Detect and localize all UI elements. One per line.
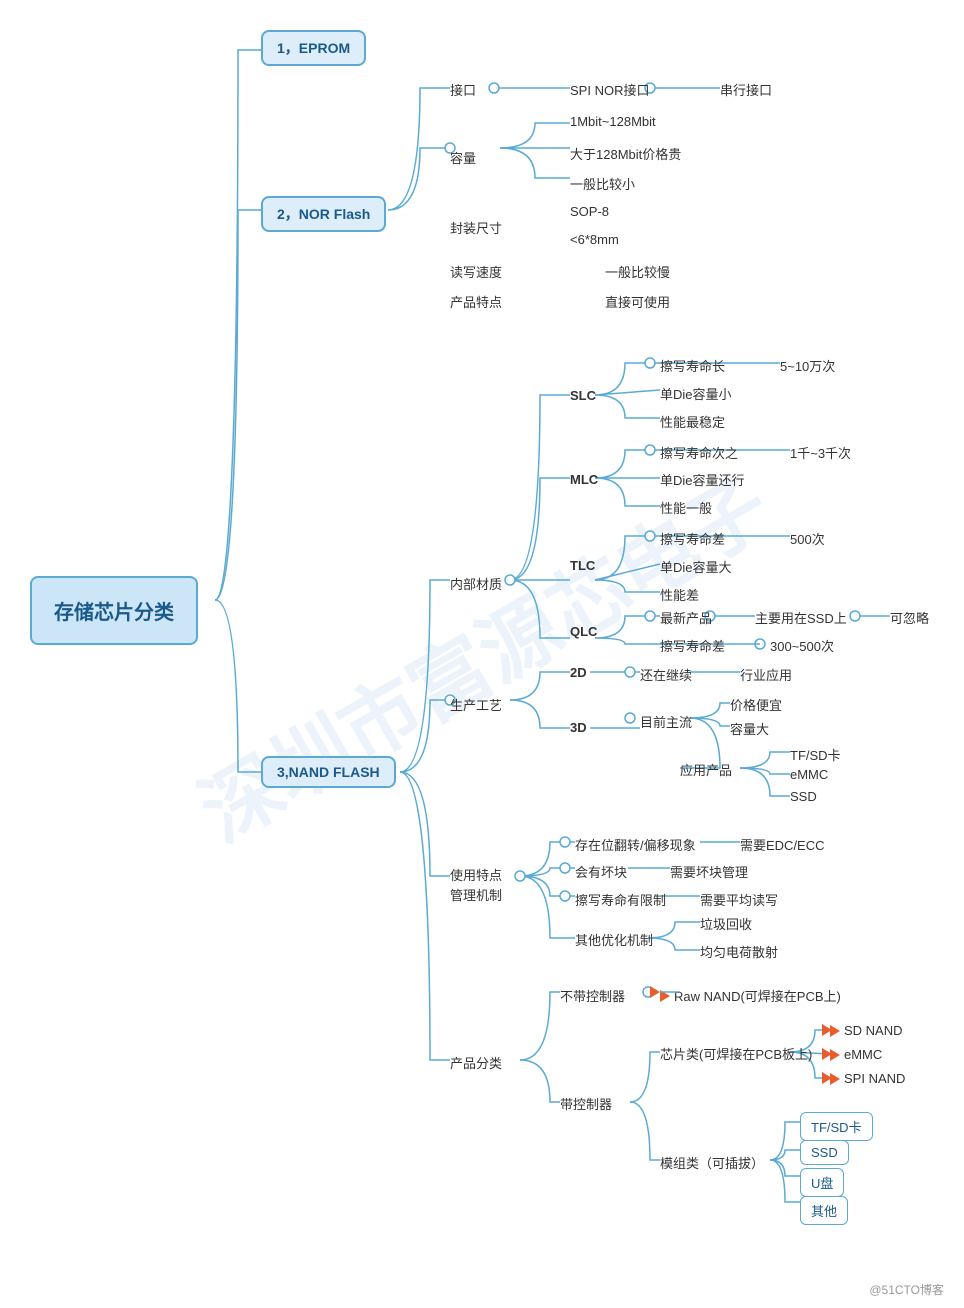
nor-cap1: 1Mbit~128Mbit bbox=[570, 114, 656, 129]
nand-usage2v: 需要坏块管理 bbox=[670, 862, 748, 881]
nand-tlc3: 性能差 bbox=[660, 585, 699, 604]
nand-tlc1: 擦写寿命差 bbox=[660, 529, 725, 548]
nand-module-ssd-box: SSD bbox=[800, 1140, 849, 1165]
emmc-entry: eMMC bbox=[830, 1047, 882, 1062]
nand-slc1: 擦写寿命长 bbox=[660, 356, 725, 375]
nand-noctl: 不带控制器 bbox=[560, 986, 625, 1005]
nand-module-type: 模组类（可插拔） bbox=[660, 1153, 764, 1172]
nand-module-tfsd-box: TF/SD卡 bbox=[800, 1112, 873, 1141]
nand-usage4a: 垃圾回收 bbox=[700, 914, 752, 933]
nand-qlc2v: 300~500次 bbox=[770, 636, 834, 655]
nor-speed1: 一般比较慢 bbox=[605, 262, 670, 281]
nand-qlc2: 擦写寿命差 bbox=[660, 636, 725, 655]
nand-module-other-box: 其他 bbox=[800, 1196, 848, 1225]
nand-module-u-box: U盘 bbox=[800, 1168, 844, 1197]
nor-flash-node: 2，NOR Flash bbox=[261, 196, 386, 232]
nor-cap2: 大于128Mbit价格贵 bbox=[570, 144, 681, 163]
nand-slc-label: SLC bbox=[570, 388, 596, 403]
nand-flash-node: 3,NAND FLASH bbox=[261, 756, 396, 788]
nand-2d-label: 2D bbox=[570, 665, 587, 680]
nor-feat1: 直接可使用 bbox=[605, 292, 670, 311]
nand-withctl: 带控制器 bbox=[560, 1094, 612, 1113]
nor-pkg2: <6*8mm bbox=[570, 232, 619, 247]
nand-qlc1: 最新产品 bbox=[660, 608, 712, 627]
nor-speed-label: 读写速度 bbox=[450, 262, 502, 281]
nand-tlc1v: 500次 bbox=[790, 529, 825, 548]
nand-material-label: 内部材质 bbox=[450, 574, 502, 593]
nand-3d-ssd: SSD bbox=[790, 789, 817, 804]
emmc-label: eMMC bbox=[844, 1047, 882, 1062]
raw-nand-arrow: Raw NAND(可焊接在PCB上) bbox=[660, 986, 841, 1005]
nand-qlc-label: QLC bbox=[570, 624, 597, 639]
nand-usage2: 会有坏块 bbox=[575, 862, 627, 881]
nand-mlc1: 擦写寿命次之 bbox=[660, 443, 738, 462]
credit-text: @51CTO博客 bbox=[869, 1281, 944, 1298]
nand-usage1: 存在位翻转/偏移现象 bbox=[575, 835, 696, 854]
nand-usage4: 其他优化机制 bbox=[575, 930, 653, 949]
nand-tlc-label: TLC bbox=[570, 558, 595, 573]
spinand-entry: SPI NAND bbox=[830, 1071, 905, 1086]
nand-mlc-label: MLC bbox=[570, 472, 598, 487]
nor-pkg-label: 封装尺寸 bbox=[450, 218, 502, 237]
nor-feat-label: 产品特点 bbox=[450, 292, 502, 311]
nand-slc3: 性能最稳定 bbox=[660, 412, 725, 431]
nand-3d-cheap: 价格便宜 bbox=[730, 695, 782, 714]
root-node: 存储芯片分类 bbox=[30, 576, 198, 645]
nand-usage4b: 均匀电荷散射 bbox=[700, 942, 778, 961]
eprom-node: 1，EPROM bbox=[261, 30, 366, 66]
nand-usage1v: 需要EDC/ECC bbox=[740, 835, 825, 854]
nor-spi-label: SPI NOR接口 bbox=[570, 80, 649, 99]
nand-prodcat-label: 产品分类 bbox=[450, 1053, 502, 1072]
nor-interface-label: 接口 bbox=[450, 80, 476, 99]
nand-slc1v: 5~10万次 bbox=[780, 356, 835, 375]
nand-slc2: 单Die容量小 bbox=[660, 384, 732, 403]
spinand-label: SPI NAND bbox=[844, 1071, 905, 1086]
nor-cap3: 一般比较小 bbox=[570, 174, 635, 193]
nand-mlc3: 性能一般 bbox=[660, 498, 712, 517]
nand-qlc1a: 主要用在SSD上 bbox=[755, 608, 847, 627]
nand-2d1: 还在继续 bbox=[640, 665, 692, 684]
nand-2d1v: 行业应用 bbox=[740, 665, 792, 684]
nand-3d-label: 3D bbox=[570, 720, 587, 735]
nand-process-label: 生产工艺 bbox=[450, 695, 502, 714]
nand-tlc2: 单Die容量大 bbox=[660, 557, 732, 576]
sd-nand-label: SD NAND bbox=[844, 1023, 903, 1038]
nand-3d-tfsd: TF/SD卡 bbox=[790, 745, 841, 764]
nand-3d-appprod: 应用产品 bbox=[680, 760, 732, 779]
page-container: 深圳市富源芯电子 bbox=[0, 0, 964, 1308]
nor-capacity-label: 容量 bbox=[450, 148, 476, 167]
nand-mlc2: 单Die容量还行 bbox=[660, 470, 745, 489]
nand-3d-bigcap: 容量大 bbox=[730, 719, 769, 738]
nand-mlc1v: 1千~3千次 bbox=[790, 443, 851, 462]
nand-3d-emmc: eMMC bbox=[790, 767, 828, 782]
nand-qlc1b: 可忽略 bbox=[890, 608, 929, 627]
nand-usage3: 擦写寿命有限制 bbox=[575, 890, 666, 909]
sd-nand-entry: SD NAND bbox=[830, 1023, 903, 1038]
nor-serial-label: 串行接口 bbox=[720, 80, 772, 99]
nor-pkg1: SOP-8 bbox=[570, 204, 609, 219]
nand-chip-type: 芯片类(可焊接在PCB板上) bbox=[660, 1044, 812, 1063]
raw-nand-text: Raw NAND(可焊接在PCB上) bbox=[674, 986, 841, 1005]
nand-3d1: 目前主流 bbox=[640, 712, 692, 731]
nand-usage-label: 使用特点 管理机制 bbox=[450, 866, 502, 905]
nand-usage3v: 需要平均读写 bbox=[700, 890, 778, 909]
